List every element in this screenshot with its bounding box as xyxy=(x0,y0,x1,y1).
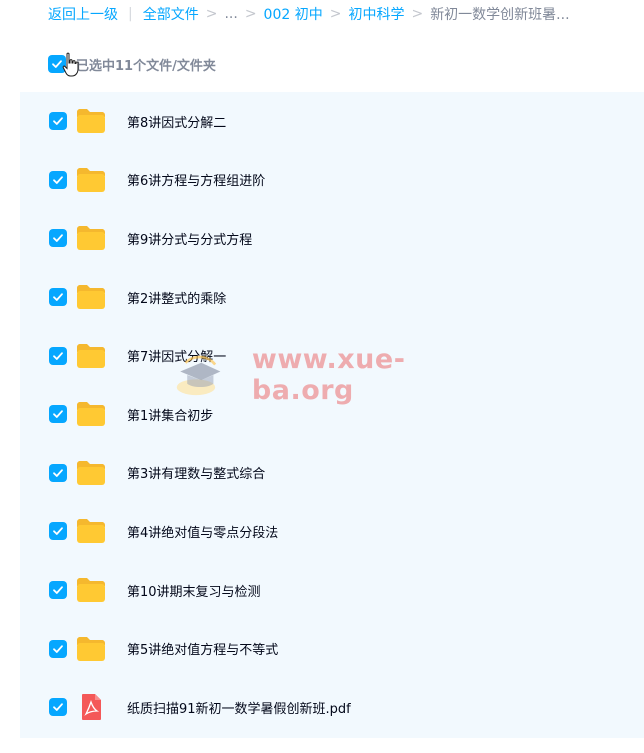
file-row[interactable]: 第1讲集合初步 xyxy=(20,385,644,444)
checkmark-icon xyxy=(53,469,63,477)
file-name[interactable]: 第10讲期末复习与检测 xyxy=(127,581,261,600)
file-row[interactable]: 第7讲因式分解一 xyxy=(20,326,644,385)
file-checkbox[interactable] xyxy=(49,405,67,424)
file-checkbox[interactable] xyxy=(49,639,67,658)
file-checkbox[interactable] xyxy=(49,288,67,307)
checkmark-icon xyxy=(53,703,63,712)
folder-icon xyxy=(77,167,105,192)
checkmark-icon xyxy=(53,586,63,594)
file-checkbox[interactable] xyxy=(49,229,67,248)
folder-icon xyxy=(77,226,105,251)
breadcrumb-item-middle-school[interactable]: 002 初中 xyxy=(264,4,323,24)
file-name[interactable]: 第3讲有理数与整式综合 xyxy=(127,463,265,482)
checkmark-icon xyxy=(53,527,63,536)
file-name[interactable]: 第7讲因式分解一 xyxy=(127,346,226,365)
file-row[interactable]: 第5讲绝对值方程与不等式 xyxy=(20,619,644,678)
file-row[interactable]: 第9讲分式与分式方程 xyxy=(20,209,644,268)
file-row[interactable]: 第6讲方程与方程组进阶 xyxy=(20,151,644,210)
checkmark-icon xyxy=(53,293,63,301)
selection-summary: 已选中11个文件/文件夹 xyxy=(76,58,216,74)
file-row[interactable]: 第8讲因式分解二 xyxy=(20,92,644,151)
select-all-checkbox[interactable] xyxy=(48,55,66,73)
breadcrumb-separator-icon: > xyxy=(205,6,218,22)
checkmark-icon xyxy=(53,410,63,419)
breadcrumb-item-science[interactable]: 初中科学 xyxy=(348,4,404,24)
file-name[interactable]: 第2讲整式的乘除 xyxy=(127,288,226,307)
file-name[interactable]: 第4讲绝对值与零点分段法 xyxy=(127,522,278,541)
file-row[interactable]: 第4讲绝对值与零点分段法 xyxy=(20,502,644,561)
pdf-icon xyxy=(82,694,101,721)
file-name[interactable]: 第6讲方程与方程组进阶 xyxy=(127,170,265,189)
file-checkbox[interactable] xyxy=(49,698,67,717)
back-link[interactable]: 返回上一级 xyxy=(48,4,118,24)
breadcrumb-separator-icon: > xyxy=(411,6,424,22)
file-name[interactable]: 第8讲因式分解二 xyxy=(127,112,226,131)
file-row[interactable]: 第3讲有理数与整式综合 xyxy=(20,444,644,503)
file-list: 第8讲因式分解二第6讲方程与方程组进阶 第9讲分式与分式方程 第2讲整式的乘除 第7讲… xyxy=(20,92,644,738)
checkmark-icon xyxy=(53,234,63,243)
folder-icon xyxy=(77,402,105,427)
file-row[interactable]: 第10讲期末复习与检测 xyxy=(20,561,644,620)
folder-icon xyxy=(77,519,105,544)
file-checkbox[interactable] xyxy=(49,346,67,365)
selection-bar: 已选中11个文件/文件夹 xyxy=(48,52,448,76)
checkmark-icon xyxy=(52,60,62,68)
breadcrumb: 返回上一级 | 全部文件 > ... > 002 初中 > 初中科学 > 新初一… xyxy=(48,0,644,28)
breadcrumb-separator-icon: > xyxy=(329,6,342,22)
checkmark-icon xyxy=(53,176,63,184)
folder-icon xyxy=(77,460,105,485)
folder-icon xyxy=(77,636,105,661)
checkmark-icon xyxy=(53,351,63,360)
file-name[interactable]: 第9讲分式与分式方程 xyxy=(127,229,252,248)
checkmark-icon xyxy=(53,644,63,653)
file-row[interactable]: 纸质扫描91新初一数学暑假创新班.pdf xyxy=(20,678,644,737)
checkmark-icon xyxy=(53,117,63,126)
breadcrumb-separator-icon: > xyxy=(244,6,257,22)
folder-icon xyxy=(77,285,105,310)
file-checkbox[interactable] xyxy=(49,522,67,541)
all-files-link[interactable]: 全部文件 xyxy=(143,4,199,24)
file-row[interactable]: 第2讲整式的乘除 xyxy=(20,268,644,327)
file-checkbox[interactable] xyxy=(49,112,67,131)
file-checkbox[interactable] xyxy=(49,581,67,600)
folder-icon xyxy=(77,109,105,134)
breadcrumb-divider: | xyxy=(128,6,133,22)
file-name[interactable]: 第5讲绝对值方程与不等式 xyxy=(127,639,278,658)
file-name[interactable]: 纸质扫描91新初一数学暑假创新班.pdf xyxy=(127,698,351,717)
folder-icon xyxy=(77,578,105,603)
file-checkbox[interactable] xyxy=(49,170,67,189)
breadcrumb-ellipsis[interactable]: ... xyxy=(224,6,237,22)
breadcrumb-current: 新初一数学创新班暑... xyxy=(430,7,570,23)
folder-icon xyxy=(77,343,105,368)
left-margin xyxy=(0,0,20,753)
file-checkbox[interactable] xyxy=(49,463,67,482)
file-name[interactable]: 第1讲集合初步 xyxy=(127,405,213,424)
